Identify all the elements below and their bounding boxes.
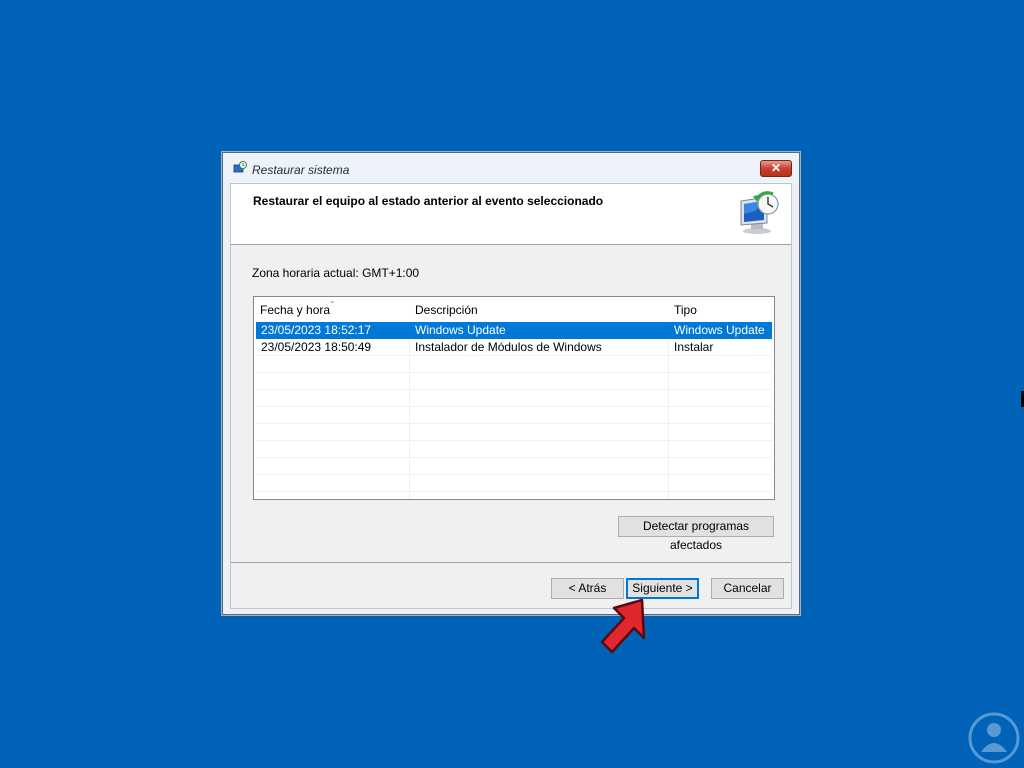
column-header-date[interactable]: ⌄ Fecha y hora <box>254 297 410 321</box>
system-restore-small-icon <box>233 161 247 173</box>
title-bar[interactable]: Restaurar sistema ✕ <box>223 153 799 183</box>
cell-description: Instalador de Módulos de Windows <box>415 340 602 354</box>
detect-affected-programs-button[interactable]: Detectar programas afectados <box>618 516 774 552</box>
page-title: Restaurar el equipo al estado anterior a… <box>253 194 604 208</box>
column-header-date-label: Fecha y hora <box>260 303 331 317</box>
footer-divider <box>231 562 791 563</box>
pointer-arrow-icon <box>600 598 646 654</box>
table-row[interactable]: 23/05/2023 18:50:49 Instalador de Módulo… <box>256 339 772 356</box>
table-row[interactable]: 23/05/2023 18:52:17 Windows Update Windo… <box>256 322 772 339</box>
sort-indicator-icon: ⌄ <box>329 296 336 305</box>
row-divider <box>256 406 772 407</box>
close-button[interactable]: ✕ <box>760 160 792 177</box>
column-header-type-label: Tipo <box>674 303 697 317</box>
column-header-description[interactable]: Descripción <box>409 297 669 321</box>
cell-type: Windows Update <box>674 323 765 337</box>
cell-date: 23/05/2023 18:52:17 <box>261 323 372 337</box>
timezone-label: Zona horaria actual: GMT+1:00 <box>252 266 420 280</box>
cancel-button[interactable]: Cancelar <box>711 578 784 599</box>
column-header-type[interactable]: Tipo <box>668 297 774 321</box>
dialog-content: Restaurar el equipo al estado anterior a… <box>230 183 792 609</box>
system-restore-icon <box>740 191 779 234</box>
row-divider <box>256 440 772 441</box>
cell-date: 23/05/2023 18:50:49 <box>261 340 372 354</box>
row-divider <box>256 389 772 390</box>
row-divider <box>256 372 772 373</box>
row-divider <box>256 457 772 458</box>
column-header-description-label: Descripción <box>415 303 478 317</box>
cell-description: Windows Update <box>415 323 506 337</box>
next-button[interactable]: Siguiente > <box>626 578 699 599</box>
restore-points-list[interactable]: ⌄ Fecha y hora Descripción Tipo 23/05/20… <box>253 296 775 500</box>
close-icon: ✕ <box>770 161 782 175</box>
row-divider <box>256 474 772 475</box>
window-title: Restaurar sistema <box>252 163 350 177</box>
row-divider <box>256 491 772 492</box>
header-band: Restaurar el equipo al estado anterior a… <box>231 184 791 245</box>
cell-type: Instalar <box>674 340 714 354</box>
logo-watermark-icon <box>968 712 1020 764</box>
back-button[interactable]: < Atrás <box>551 578 624 599</box>
row-divider <box>256 423 772 424</box>
restore-dialog: Restaurar sistema ✕ Restaurar el equipo … <box>222 152 800 615</box>
